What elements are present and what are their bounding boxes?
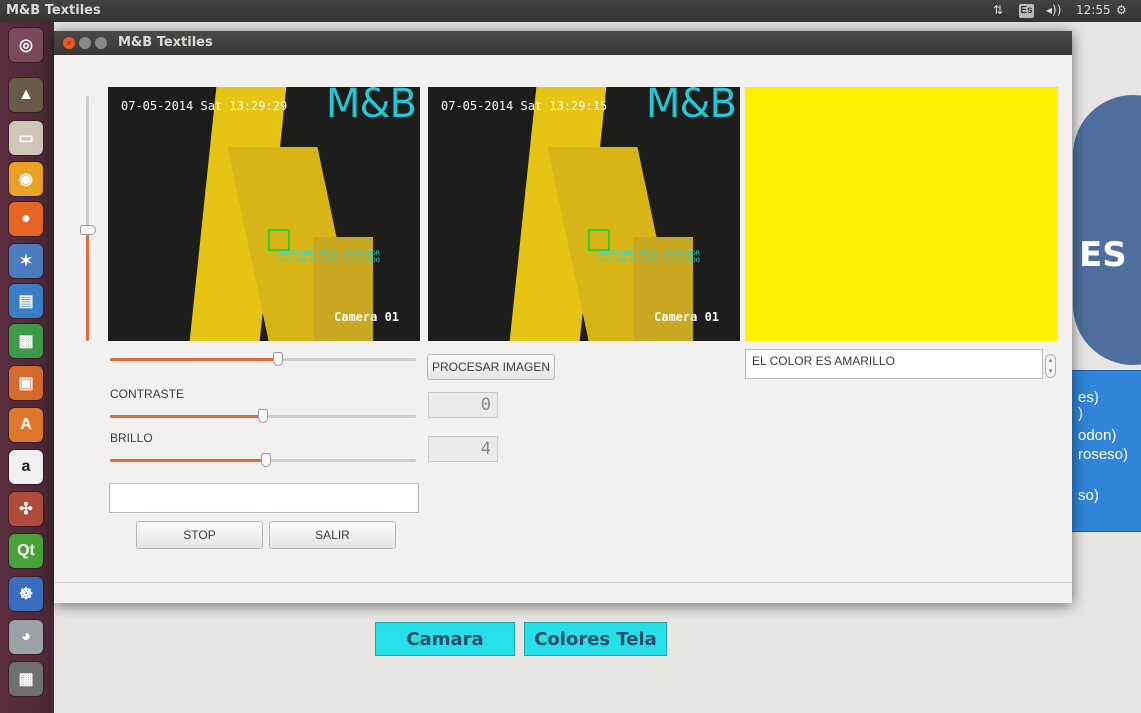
list-fragment: odon) (1078, 427, 1117, 444)
list-fragment: roseso) (1078, 446, 1129, 463)
camera-name: Camera 01 (334, 310, 400, 324)
camera-brand: M&B (645, 87, 737, 127)
maximize-icon[interactable] (95, 37, 107, 49)
impress-icon[interactable]: ▣ (9, 366, 43, 400)
contrast-label: CONTRASTE (110, 387, 185, 401)
system-settings-icon[interactable]: ✶ (9, 244, 43, 278)
brightness-lcd-display: 4 (428, 436, 498, 462)
camera-overlay-text: VERIFIQUE QUE EL INDICADOR ESTE EN EL LU… (598, 249, 700, 264)
paw-app-icon[interactable]: ☸ (9, 577, 43, 611)
close-icon[interactable]: × (63, 37, 75, 49)
background-app: ES es) ) odon) roseso) so) (1065, 40, 1141, 640)
list-fragment: so) (1078, 487, 1099, 504)
brightness-slider[interactable] (110, 452, 416, 468)
amazon-icon[interactable]: a (9, 450, 43, 484)
software-center-icon[interactable]: A (9, 408, 43, 442)
color-result-text[interactable]: EL COLOR ES AMARILLO (745, 349, 1043, 379)
main-window: × M&B Textiles VERIFIQUE QUE EL INDICADO… (54, 31, 1072, 603)
clock[interactable]: 12:55 (1076, 3, 1111, 17)
slider-thumb[interactable] (258, 409, 268, 423)
vertical-slider[interactable] (80, 96, 96, 341)
window-titlebar: × M&B Textiles (54, 31, 1072, 55)
camera-timestamp: 07-05-2014 Sat 13:29:29 (121, 99, 288, 113)
window-title: M&B Textiles (118, 35, 213, 50)
top-slider[interactable] (110, 351, 416, 367)
colores-tela-button[interactable]: Colores Tela (524, 622, 667, 656)
target-indicator-box (588, 229, 610, 251)
stop-button[interactable]: STOP (136, 521, 263, 549)
vertical-slider-thumb[interactable] (80, 225, 96, 235)
qt-creator-icon[interactable]: Qt (9, 534, 43, 568)
tools-icon[interactable]: ✣ (9, 492, 43, 526)
brightness-label: BRILLO (110, 431, 153, 445)
slider-thumb[interactable] (261, 453, 271, 467)
camara-button[interactable]: Camara (375, 622, 515, 656)
settings-gear-icon[interactable]: ⚙ (1116, 3, 1127, 17)
list-fragment: ) (1078, 405, 1083, 422)
files-app-icon[interactable]: ▲ (9, 78, 43, 112)
camera-feed-1: VERIFIQUE QUE EL INDICADOR ESTE EN EL LU… (108, 87, 420, 341)
file-manager-icon[interactable]: ▭ (9, 121, 43, 155)
window-bottom-divider (54, 582, 1072, 583)
minimize-icon[interactable] (79, 37, 91, 49)
text-input[interactable] (109, 483, 419, 513)
contrast-lcd-display: 0 (428, 392, 498, 418)
result-scroll-spinner[interactable]: ▴ ▾ (1045, 354, 1056, 378)
procesar-imagen-button[interactable]: PROCESAR IMAGEN (427, 354, 555, 380)
background-logo: ES (1073, 95, 1141, 365)
dash-icon[interactable]: ◎ (9, 28, 43, 62)
chromium-icon[interactable]: ◉ (9, 162, 43, 196)
volume-icon[interactable]: ◂)) (1046, 3, 1061, 17)
camera-timestamp: 07-05-2014 Sat 13:29:15 (441, 99, 608, 113)
firefox-icon[interactable]: ● (9, 202, 43, 236)
panel-app-title: M&B Textiles (6, 3, 101, 18)
launcher: ◎ ▲ ▭ ◉ ● ✶ ▤ ▦ ▣ A a ✣ Qt ☸ ◕ ▦ (0, 22, 54, 713)
slider-thumb[interactable] (273, 352, 283, 366)
top-panel: M&B Textiles ⇅ Es ◂)) 12:55 ⚙ (0, 0, 1141, 22)
contrast-slider[interactable] (110, 408, 416, 424)
camera-overlay-text: VERIFIQUE QUE EL INDICADOR ESTE EN EL LU… (278, 249, 380, 264)
workspace-switcher-icon[interactable]: ▦ (9, 662, 43, 696)
calc-icon[interactable]: ▦ (9, 324, 43, 358)
detected-color-swatch (745, 87, 1058, 341)
webcam-app-icon[interactable]: ◕ (9, 620, 43, 654)
list-fragment: es) (1078, 389, 1099, 406)
salir-button[interactable]: SALIR (269, 521, 396, 549)
background-logo-text: ES (1079, 235, 1127, 275)
network-icon[interactable]: ⇅ (993, 3, 1003, 17)
camera-feed-2: VERIFIQUE QUE EL INDICADOR ESTE EN EL LU… (428, 87, 740, 341)
writer-icon[interactable]: ▤ (9, 284, 43, 318)
target-indicator-box (268, 229, 290, 251)
keyboard-layout-indicator[interactable]: Es (1019, 4, 1034, 18)
camera-brand: M&B (325, 87, 417, 127)
background-list-panel: es) ) odon) roseso) so) (1065, 370, 1141, 532)
camera-name: Camera 01 (654, 310, 720, 324)
